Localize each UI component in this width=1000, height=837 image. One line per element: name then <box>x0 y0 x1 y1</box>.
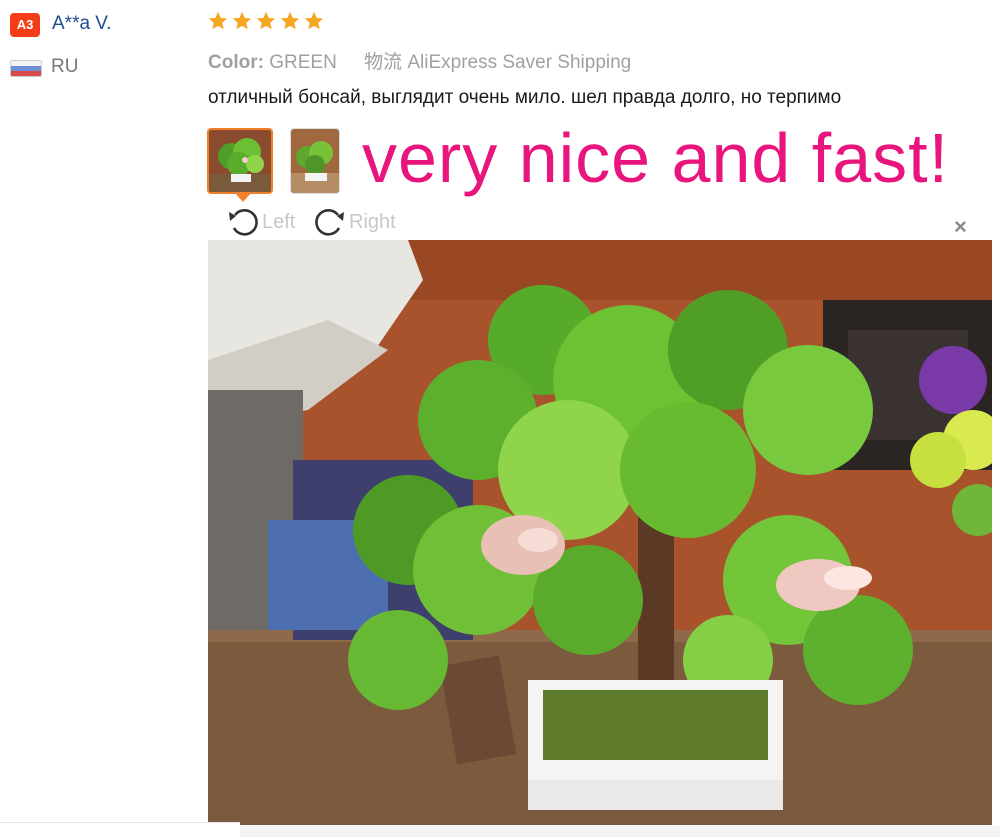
star-icon <box>304 11 324 30</box>
star-rating <box>207 10 325 32</box>
star-icon <box>256 11 276 30</box>
review-card: A3 A**a V. RU Color: GREEN 物流 AliExpress… <box>0 0 1000 826</box>
star-icon <box>280 11 300 30</box>
review-photo <box>208 240 992 825</box>
rotate-right-icon <box>315 208 344 236</box>
country-flag-icon <box>10 60 42 77</box>
overlay-caption: very nice and fast! <box>362 119 950 197</box>
shipping-method: 物流 AliExpress Saver Shipping <box>364 52 632 73</box>
rotate-left-label: Left <box>262 210 296 233</box>
review-text: отличный бонсай, выглядит очень мило. ше… <box>208 87 842 108</box>
close-icon[interactable]: × <box>954 216 967 238</box>
review-photo-thumbnail-2[interactable] <box>290 128 340 194</box>
review-photo-thumbnail-1[interactable] <box>207 128 273 194</box>
color-value: GREEN <box>269 52 337 73</box>
review-meta: Color: GREEN 物流 AliExpress Saver Shippin… <box>208 47 631 74</box>
reviewer-name: A**a V. <box>52 13 112 34</box>
avatar: A3 <box>10 13 40 37</box>
rotate-left-button[interactable]: Left <box>226 206 295 238</box>
bottom-strip <box>0 822 240 837</box>
active-thumbnail-caret <box>235 193 251 202</box>
rotate-right-label: Right <box>349 210 396 233</box>
reviewer-country: RU <box>51 56 79 77</box>
star-icon <box>208 11 228 30</box>
rotate-right-button[interactable]: Right <box>313 206 396 238</box>
rotate-left-icon <box>229 208 258 236</box>
star-icon <box>232 11 252 30</box>
color-label: Color: <box>208 52 264 73</box>
